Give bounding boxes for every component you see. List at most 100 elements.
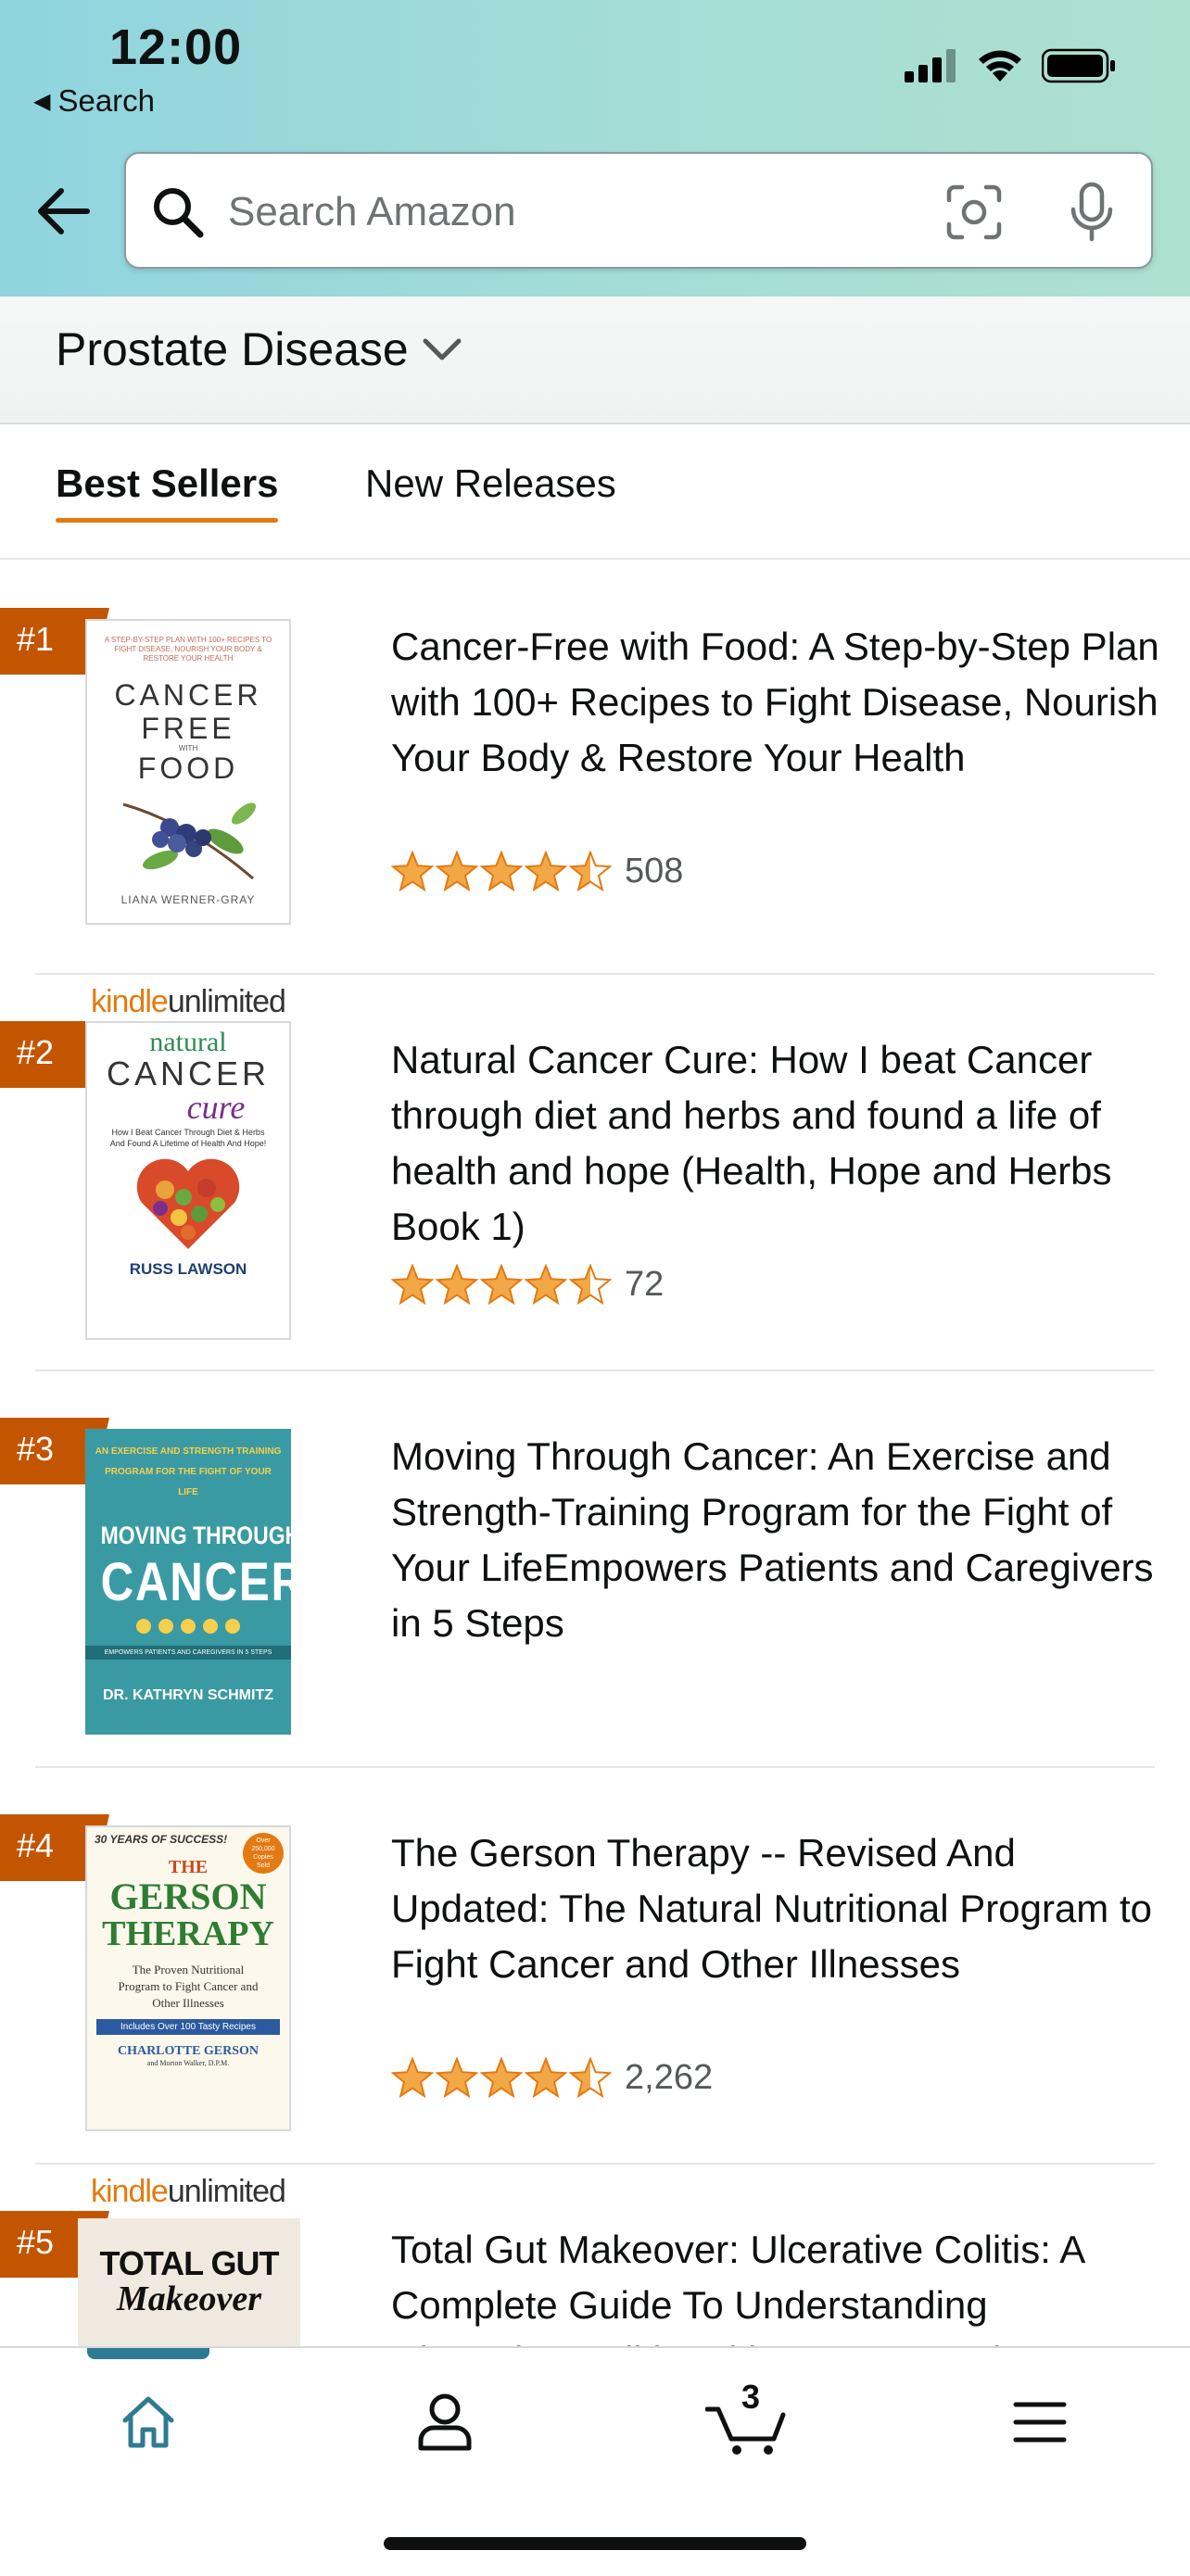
list-item[interactable]: #1 A STEP-BY-STEP PLAN WITH 100+ RECIPES…: [0, 560, 1190, 956]
half-star-icon: [569, 851, 612, 891]
star-rating[interactable]: 508: [391, 851, 683, 891]
cover-tagline: AN EXERCISE AND STRENGTH TRAINING PROGRA…: [95, 1446, 282, 1497]
product-title[interactable]: Total Gut Makeover: Ulcerative Colitis: …: [391, 2222, 1160, 2348]
camera-scan-icon[interactable]: [945, 183, 1003, 241]
star-icon: [436, 851, 478, 891]
divider: [35, 2163, 1155, 2165]
star-icon: [480, 851, 523, 891]
list-item[interactable]: #2 kindleunlimited natural CANCER cure H…: [0, 973, 1190, 1370]
nav-account-button[interactable]: [408, 2385, 482, 2459]
tab-best-sellers[interactable]: Best Sellers: [56, 461, 279, 523]
cover-title-line: TOTAL GUT: [99, 2244, 280, 2282]
star-icon: [436, 1264, 478, 1305]
stars: [391, 1264, 612, 1305]
review-count: 72: [625, 1264, 665, 1304]
search-input[interactable]: [226, 178, 1008, 246]
heart-illustration: [136, 1158, 240, 1249]
cover-seal: Over 250,000 Copies Sold: [243, 1833, 284, 1874]
category-title: Prostate Disease: [56, 323, 409, 375]
cover-title-line: cure: [186, 1089, 246, 1126]
book-cover[interactable]: 30 YEARS OF SUCCESS! Over 250,000 Copies…: [85, 1825, 291, 2131]
list-item[interactable]: #4 30 YEARS OF SUCCESS! Over 250,000 Cop…: [0, 1766, 1190, 2163]
cover-title-line: CANCER: [114, 678, 262, 712]
wifi-icon: [979, 50, 1021, 82]
cover-title-line: FREE: [141, 712, 235, 745]
nav-cart-button[interactable]: 3: [704, 2378, 788, 2459]
cover-title-line: CANCER: [100, 1552, 291, 1612]
list-item[interactable]: #3 AN EXERCISE AND STRENGTH TRAINING PRO…: [0, 1370, 1190, 1766]
cover-author: CHARLOTTE GERSON: [117, 2044, 260, 2058]
tab-bar: Best Sellers New Releases: [0, 424, 1190, 560]
star-icon: [391, 851, 434, 891]
back-to-app-link[interactable]: ◀ Search: [33, 83, 155, 119]
cover-title-line: MOVING THROUGH: [100, 1522, 291, 1549]
tab-new-releases[interactable]: New Releases: [365, 461, 616, 506]
star-icon: [480, 1264, 523, 1305]
home-icon: [122, 2396, 174, 2448]
menu-icon: [1013, 2402, 1067, 2443]
star-icon: [525, 1264, 567, 1305]
nav-menu-button[interactable]: [1003, 2385, 1077, 2459]
cover-title-line: FOOD: [137, 751, 239, 785]
half-star-icon: [569, 1264, 612, 1305]
search-icon: [154, 188, 204, 238]
cover-tagline: A STEP-BY-STEP PLAN WITH 100+ RECIPES TO…: [104, 636, 272, 663]
divider: [35, 1766, 1155, 1768]
microphone-icon[interactable]: [1068, 182, 1116, 243]
cover-title-line: CANCER: [106, 1054, 270, 1092]
chevron-down-icon: [423, 338, 462, 360]
top-header: 12:00 ◀ Search: [0, 0, 1190, 297]
cover-title-line: THERAPY: [102, 1914, 274, 1953]
divider: [35, 1370, 1155, 1371]
product-title[interactable]: Cancer-Free with Food: A Step-by-Step Pl…: [391, 619, 1160, 786]
cover-author: RUSS LAWSON: [129, 1260, 247, 1278]
star-icon: [391, 1264, 434, 1305]
cellular-signal-icon: [905, 49, 956, 82]
cover-subtitle: How I Beat Cancer Through Diet & Herbs A…: [109, 1128, 267, 1148]
stars: [391, 851, 612, 891]
kindle-unlimited-badge: kindleunlimited: [91, 2174, 286, 2209]
search-bar[interactable]: [124, 152, 1153, 269]
back-triangle-icon: ◀: [33, 89, 51, 114]
product-title[interactable]: Natural Cancer Cure: How I beat Cancer t…: [391, 1032, 1160, 1255]
category-dropdown[interactable]: Prostate Disease: [56, 322, 462, 376]
star-icon: [480, 2057, 523, 2098]
product-title[interactable]: The Gerson Therapy -- Revised And Update…: [391, 1825, 1160, 1992]
book-cover[interactable]: AN EXERCISE AND STRENGTH TRAINING PROGRA…: [85, 1429, 291, 1735]
status-time: 12:00: [109, 19, 243, 75]
book-cover[interactable]: natural CANCER cure How I Beat Cancer Th…: [85, 1021, 291, 1340]
cover-band: EMPOWERS PATIENTS AND CAREGIVERS IN 5 ST…: [85, 1646, 291, 1660]
blueberry-illustration: [122, 802, 257, 880]
cover-band: Includes Over 100 Tasty Recipes: [96, 2019, 280, 2035]
star-icon: [436, 2057, 478, 2098]
active-tab-indicator: [87, 2348, 209, 2359]
stars: [391, 2057, 612, 2098]
book-cover[interactable]: TOTAL GUT Makeover: [78, 2218, 300, 2348]
cover-title-line: GERSON: [109, 1875, 267, 1917]
category-bar: Prostate Disease: [0, 297, 1190, 424]
cover-dots: [85, 1619, 291, 1638]
review-count: 2,262: [625, 2057, 714, 2097]
star-icon: [525, 2057, 567, 2098]
person-icon: [418, 2393, 472, 2451]
star-rating[interactable]: 72: [391, 1264, 664, 1305]
list-item[interactable]: #5 kindleunlimited TOTAL GUT Makeover To…: [0, 2163, 1190, 2348]
kindle-unlimited-badge: kindleunlimited: [91, 984, 286, 1019]
cover-coauthor: and Morton Walker, D.P.M.: [146, 2059, 230, 2067]
star-rating[interactable]: 2,262: [391, 2057, 713, 2098]
star-icon: [525, 851, 567, 891]
review-count: 508: [625, 851, 684, 890]
nav-home-button[interactable]: [111, 2385, 185, 2459]
cover-author: LIANA WERNER-GRAY: [120, 893, 256, 906]
back-to-app-label: Search: [57, 83, 156, 118]
cover-author: DR. KATHRYN SCHMITZ: [103, 1687, 273, 1703]
star-icon: [391, 2057, 434, 2098]
home-indicator: [384, 2537, 806, 2550]
battery-icon: [1042, 48, 1115, 83]
product-title[interactable]: Moving Through Cancer: An Exercise and S…: [391, 1429, 1160, 1651]
back-arrow-icon[interactable]: [33, 182, 93, 241]
book-cover[interactable]: A STEP-BY-STEP PLAN WITH 100+ RECIPES TO…: [85, 619, 291, 925]
cover-title-line: Makeover: [116, 2279, 262, 2318]
cover-subtitle: The Proven Nutritional Program to Fight …: [118, 1963, 259, 2010]
cart-count: 3: [741, 2378, 761, 2416]
